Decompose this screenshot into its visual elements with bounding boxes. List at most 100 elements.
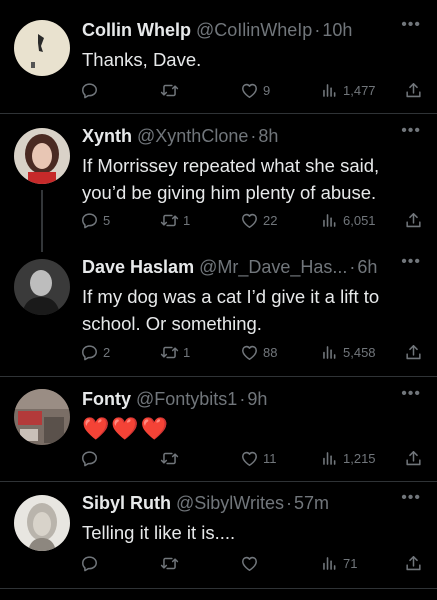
- tweet-xynth[interactable]: Xynth @XynthClone · 8h ••• If Morrissey …: [0, 122, 437, 246]
- retweet-button[interactable]: [160, 446, 183, 470]
- retweet-button[interactable]: 1: [160, 208, 190, 232]
- share-button[interactable]: [404, 446, 423, 470]
- share-button[interactable]: [404, 340, 423, 364]
- reply-button[interactable]: [80, 446, 103, 470]
- retweet-button[interactable]: [160, 78, 183, 102]
- divider: [0, 376, 437, 377]
- avatar[interactable]: [14, 20, 70, 76]
- heart-icon: [240, 343, 259, 362]
- retweet-icon: [160, 343, 179, 362]
- views-icon: [320, 554, 339, 573]
- tweet-actions: 2 1 88 5,458: [80, 340, 425, 364]
- reply-icon: [80, 81, 99, 100]
- tweet-dave-haslam[interactable]: Dave Haslam @Mr_Dave_Has... · 6h ••• If …: [0, 253, 437, 377]
- tweet-text: If my dog was a cat I’d give it a lift t…: [82, 286, 380, 334]
- tweet-actions: 9 1,477: [80, 78, 425, 102]
- tweet-header: Xynth @XynthClone · 8h: [82, 126, 397, 150]
- display-name[interactable]: Sibyl Ruth: [82, 493, 171, 514]
- reply-icon: [80, 554, 99, 573]
- views-icon: [320, 211, 339, 230]
- tweet-header: Collin Whelp @CoIlinWheIp · 10h: [82, 20, 397, 44]
- views-count: 5,458: [343, 344, 376, 360]
- avatar[interactable]: [14, 389, 70, 445]
- reply-button[interactable]: 2: [80, 340, 110, 364]
- more-icon[interactable]: •••: [401, 385, 421, 403]
- separator: ·: [285, 493, 292, 513]
- avatar[interactable]: [14, 128, 70, 184]
- like-button[interactable]: [240, 551, 263, 575]
- handle[interactable]: @CoIlinWheIp: [196, 20, 312, 41]
- like-button[interactable]: 11: [240, 446, 277, 470]
- timestamp[interactable]: 8h: [258, 126, 278, 147]
- like-button[interactable]: 22: [240, 208, 277, 232]
- handle[interactable]: @SibylWrites: [176, 493, 284, 514]
- divider: [0, 113, 437, 114]
- retweet-button[interactable]: [160, 551, 183, 575]
- separator: ·: [314, 20, 321, 40]
- display-name[interactable]: Xynth: [82, 126, 132, 147]
- heart-icon: [240, 554, 259, 573]
- more-icon[interactable]: •••: [401, 489, 421, 507]
- handle[interactable]: @XynthClone: [137, 126, 248, 147]
- tweet-header: Sibyl Ruth @SibylWrites · 57m: [82, 493, 397, 517]
- retweet-icon: [160, 554, 179, 573]
- views-icon: [320, 81, 339, 100]
- like-button[interactable]: 9: [240, 78, 270, 102]
- share-button[interactable]: [404, 78, 423, 102]
- views-count: 6,051: [343, 212, 376, 228]
- views-button[interactable]: 1,215: [320, 446, 376, 470]
- views-count: 71: [343, 555, 358, 571]
- more-icon[interactable]: •••: [401, 253, 421, 271]
- views-count: 1,215: [343, 450, 376, 466]
- views-button[interactable]: 6,051: [320, 208, 376, 232]
- views-icon: [320, 449, 339, 468]
- timestamp[interactable]: 9h: [247, 389, 267, 410]
- share-icon: [404, 449, 423, 468]
- divider: [0, 588, 437, 589]
- avatar[interactable]: [14, 259, 70, 315]
- share-button[interactable]: [404, 208, 423, 232]
- tweet-sibyl-ruth[interactable]: Sibyl Ruth @SibylWrites · 57m ••• Tellin…: [0, 489, 437, 583]
- separator: ·: [349, 257, 356, 277]
- heart-icon: [240, 81, 259, 100]
- share-icon: [404, 81, 423, 100]
- views-button[interactable]: 71: [320, 551, 357, 575]
- views-button[interactable]: 5,458: [320, 340, 376, 364]
- tweet-fonty[interactable]: Fonty @Fontybits1 · 9h ••• ❤️❤️❤️ 11 1,2…: [0, 385, 437, 479]
- tweet-actions: 71: [80, 551, 425, 575]
- views-button[interactable]: 1,477: [320, 78, 376, 102]
- handle[interactable]: @Mr_Dave_Has...: [199, 257, 347, 278]
- tweet-collin-whelp[interactable]: Collin Whelp @CoIlinWheIp · 10h ••• Than…: [0, 16, 437, 120]
- avatar[interactable]: [14, 495, 70, 551]
- reply-icon: [80, 343, 99, 362]
- reply-button[interactable]: [80, 78, 103, 102]
- timestamp[interactable]: 57m: [294, 493, 329, 514]
- more-icon[interactable]: •••: [401, 16, 421, 34]
- timestamp[interactable]: 6h: [357, 257, 377, 278]
- divider: [0, 481, 437, 482]
- share-icon: [404, 211, 423, 230]
- reply-icon: [80, 211, 99, 230]
- tweet-text: Telling it like it is....: [82, 522, 236, 543]
- display-name[interactable]: Dave Haslam: [82, 257, 194, 278]
- reply-button[interactable]: 5: [80, 208, 110, 232]
- tweet-actions: 5 1 22 6,051: [80, 208, 425, 232]
- share-icon: [404, 343, 423, 362]
- tweet-header: Fonty @Fontybits1 · 9h: [82, 389, 397, 413]
- share-button[interactable]: [404, 551, 423, 575]
- separator: ·: [239, 389, 246, 409]
- retweet-button[interactable]: 1: [160, 340, 190, 364]
- separator: ·: [250, 126, 257, 146]
- tweet-actions: 11 1,215: [80, 446, 425, 470]
- timestamp[interactable]: 10h: [322, 20, 352, 41]
- retweet-icon: [160, 211, 179, 230]
- reply-button[interactable]: [80, 551, 103, 575]
- heart-icon: [240, 449, 259, 468]
- more-icon[interactable]: •••: [401, 122, 421, 140]
- handle[interactable]: @Fontybits1: [136, 389, 237, 410]
- like-count: 22: [263, 212, 278, 228]
- display-name[interactable]: Collin Whelp: [82, 20, 191, 41]
- display-name[interactable]: Fonty: [82, 389, 131, 410]
- like-button[interactable]: 88: [240, 340, 277, 364]
- tweet-text: Thanks, Dave.: [82, 49, 202, 70]
